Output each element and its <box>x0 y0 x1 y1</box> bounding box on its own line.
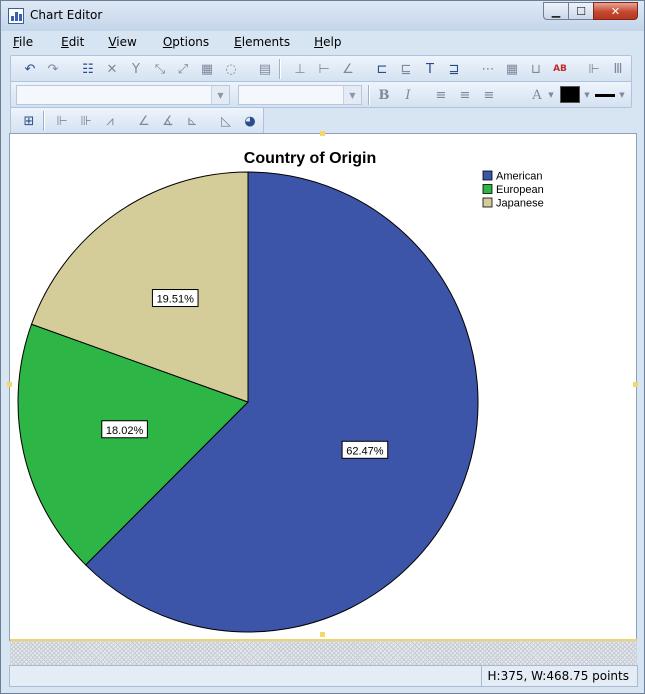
annotation-icon[interactable]: ⊑ <box>397 60 415 78</box>
pie-chart-icon[interactable]: ◕ <box>241 112 259 130</box>
undo-icon[interactable]: ↶ <box>21 60 39 78</box>
chart-editor-app-icon <box>8 8 24 24</box>
title-icon[interactable]: ⊏ <box>373 60 391 78</box>
menu-bar: File Edit View Options Elements Help <box>6 32 639 52</box>
selection-handle[interactable] <box>320 632 325 637</box>
legend-item-european[interactable]: European <box>482 184 544 196</box>
menu-view[interactable]: View <box>101 32 143 52</box>
minimize-button[interactable]: ▁ <box>543 2 569 20</box>
selection-handle[interactable] <box>633 382 638 387</box>
legend-item-japanese[interactable]: Japanese <box>482 198 544 210</box>
data-label-european[interactable]: 18.02% <box>101 420 148 439</box>
close-button[interactable]: ✕ <box>593 2 638 20</box>
footnote-icon[interactable]: ⊒ <box>445 60 463 78</box>
grid-icon[interactable]: ⋯ <box>479 60 497 78</box>
svg-text:American: American <box>496 171 542 183</box>
chevron-down-icon[interactable]: ▼ <box>542 86 560 104</box>
redo-icon[interactable]: ↷ <box>44 60 62 78</box>
svg-text:Japanese: Japanese <box>496 198 544 210</box>
properties-icon[interactable]: ☷ <box>79 60 97 78</box>
chart-canvas[interactable]: Country of Origin 62.47% 18.02% 19.51% Ame… <box>9 133 637 641</box>
area-chart-icon[interactable]: ∠ <box>135 112 153 130</box>
lasso-icon[interactable]: ◌ <box>222 60 240 78</box>
data-label-icon[interactable]: AB <box>551 60 569 78</box>
title-bar[interactable]: Chart Editor ▁ ☐ ✕ <box>1 1 644 31</box>
canvas-background <box>10 639 637 665</box>
menu-options[interactable]: Options <box>156 32 216 52</box>
data-label-american[interactable]: 62.47% <box>341 440 389 459</box>
drop-line-icon[interactable]: ⊾ <box>183 112 201 130</box>
align-right-icon[interactable]: ≡ <box>480 86 498 104</box>
chart-window-icon[interactable]: ▤ <box>256 60 274 78</box>
y-axis-icon[interactable]: Y <box>127 60 145 78</box>
selection-handle[interactable] <box>7 382 12 387</box>
chevron-down-icon[interactable]: ▼ <box>578 86 596 104</box>
svg-text:19.51%: 19.51% <box>157 294 195 306</box>
chart-grid-icon[interactable]: ⊞ <box>20 112 38 130</box>
chevron-down-icon[interactable]: ▼ <box>613 86 631 104</box>
chart-type-toolbar: ⊞ ⊩ ⊪ ⩘ ∠ ∡ ⊾ ◺ ◕ <box>10 107 264 134</box>
italic-button[interactable]: I <box>399 86 417 104</box>
menu-edit[interactable]: Edit <box>54 32 91 52</box>
svg-text:62.47%: 62.47% <box>346 445 384 457</box>
main-toolbar: ↶ ↷ ☷ ✕ Y ⤡ ⤢ ▦ ◌ ▤ ⊥ ⊢ ∠ ⊏ ⊑ T ⊒ ⋯ ▦ ⊔ … <box>10 55 632 82</box>
delete-x-icon[interactable]: ✕ <box>103 60 121 78</box>
align-left-icon[interactable]: ≡ <box>432 86 450 104</box>
line-style-swatch[interactable] <box>595 94 615 97</box>
data-label-japanese[interactable]: 19.51% <box>151 289 199 308</box>
x-axis-reference-icon[interactable]: ⊥ <box>291 60 309 78</box>
status-bar: H:375, W:468.75 points <box>9 665 638 687</box>
resize-icon[interactable]: ⤡ <box>151 60 169 78</box>
chart-dimensions-status: H:375, W:468.75 points <box>480 666 637 686</box>
svg-text:European: European <box>496 184 544 196</box>
fill-color-swatch[interactable] <box>560 86 580 103</box>
multi-line-icon[interactable]: ∡ <box>159 112 177 130</box>
chart-editor-window: Chart Editor ▁ ☐ ✕ File Edit View Option… <box>0 0 645 694</box>
bar-chart-icon[interactable]: ⊩ <box>585 60 603 78</box>
menu-help[interactable]: Help <box>307 32 348 52</box>
window-title: Chart Editor <box>30 8 103 22</box>
legend[interactable]: AmericanEuropean Japanese <box>482 171 544 210</box>
font-size-dropdown[interactable]: ▼ <box>238 85 362 105</box>
menu-file[interactable]: File <box>6 32 40 52</box>
font-dropdown[interactable]: ▼ <box>16 85 230 105</box>
text-box-icon[interactable]: T <box>421 60 439 78</box>
bracket-icon[interactable]: ⊔ <box>527 60 545 78</box>
align-center-icon[interactable]: ≡ <box>456 86 474 104</box>
chevron-down-icon: ▼ <box>211 86 229 104</box>
chevron-down-icon: ▼ <box>343 86 361 104</box>
chart-title[interactable]: Country of Origin <box>244 150 376 167</box>
columns-icon[interactable]: Ⅲ <box>609 60 627 78</box>
svg-text:18.02%: 18.02% <box>106 425 144 437</box>
selection-handle[interactable] <box>320 131 325 136</box>
gridlines-icon[interactable]: ▦ <box>503 60 521 78</box>
line-chart-icon[interactable]: ⩘ <box>101 112 119 130</box>
stack-icon[interactable]: ▦ <box>198 60 216 78</box>
simple-bar-icon[interactable]: ⊩ <box>53 112 71 130</box>
bold-button[interactable]: B <box>375 86 393 104</box>
expand-icon[interactable]: ⤢ <box>174 60 192 78</box>
y-axis-reference-icon[interactable]: ⊢ <box>315 60 333 78</box>
pie-chart: Country of Origin 62.47% 18.02% 19.51% Ame… <box>17 150 544 633</box>
histogram-icon[interactable]: ◺ <box>217 112 235 130</box>
menu-elements[interactable]: Elements <box>227 32 297 52</box>
clustered-bar-icon[interactable]: ⊪ <box>77 112 95 130</box>
fit-line-icon[interactable]: ∠ <box>339 60 357 78</box>
legend-item-american[interactable]: American <box>482 171 542 183</box>
format-toolbar: ▼ ▼ B I ≡ ≡ ≡ A ▼ ▼ ▼ <box>10 81 632 108</box>
maximize-button[interactable]: ☐ <box>568 2 594 20</box>
